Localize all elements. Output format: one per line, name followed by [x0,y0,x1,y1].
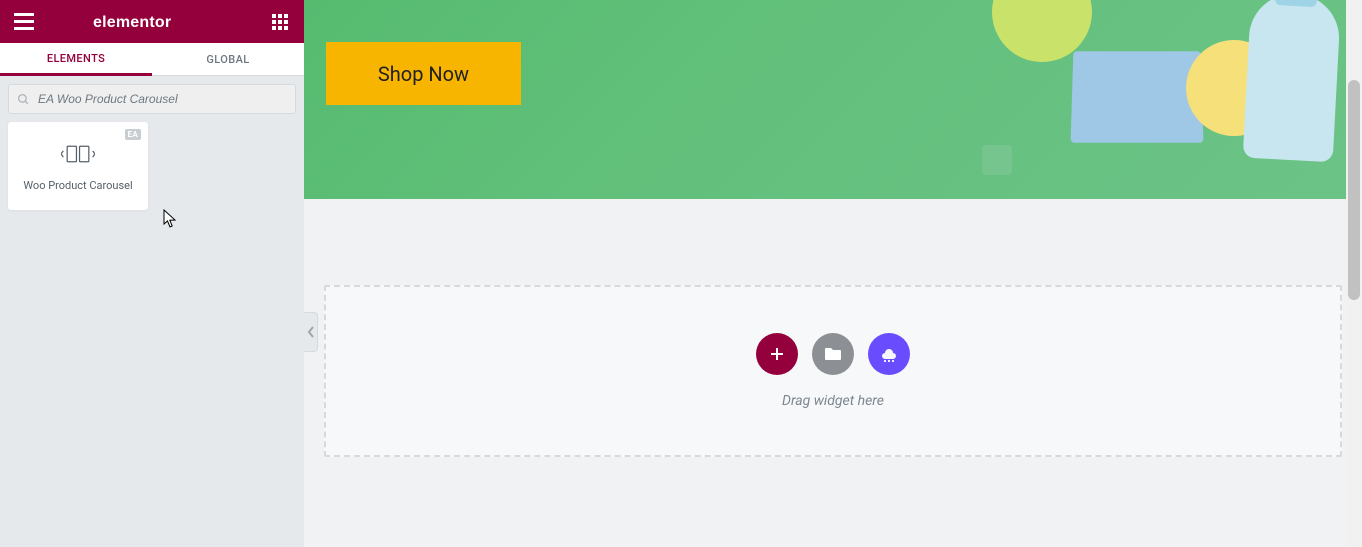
brand-logo: elementor [36,12,268,32]
folder-icon [824,346,842,362]
scrollbar-thumb[interactable] [1348,80,1360,300]
add-section-button[interactable] [756,333,798,375]
cursor-indicator [163,209,179,229]
widget-label: Woo Product Carousel [19,179,136,192]
widgets-list: EA Woo Product Carousel [0,122,304,210]
panel-search [0,76,304,122]
panel-header: elementor [0,0,304,43]
templately-icon [879,345,899,363]
grid-icon [272,14,288,30]
shop-now-button[interactable]: Shop Now [326,42,521,105]
hero-section: Shop Now [304,0,1362,199]
svg-text:elementor: elementor [93,14,171,31]
panel-collapse-handle[interactable] [304,312,318,352]
carousel-icon [61,141,95,167]
new-section-area: Drag widget here [304,199,1362,457]
hero-decor [1243,0,1342,162]
chevron-left-icon [307,326,315,338]
menu-toggle-button[interactable] [12,10,36,34]
widget-woo-product-carousel[interactable]: EA Woo Product Carousel [8,122,148,210]
dropzone-buttons [756,333,910,375]
search-field-wrap[interactable] [8,84,296,114]
hero-decor [982,145,1012,175]
apps-grid-button[interactable] [268,10,292,34]
search-icon [17,93,30,106]
search-input[interactable] [38,92,287,106]
dropzone[interactable]: Drag widget here [324,285,1342,457]
panel-tabs: ELEMENTS GLOBAL [0,43,304,76]
tab-elements[interactable]: ELEMENTS [0,43,152,76]
dropzone-hint: Drag widget here [782,393,884,409]
widget-badge: EA [125,129,141,140]
tab-global[interactable]: GLOBAL [152,43,304,75]
hero-decor [1071,51,1204,143]
add-template-button[interactable] [812,333,854,375]
plus-icon [769,346,785,362]
elementor-panel: elementor ELEMENTS GLOBAL E [0,0,304,547]
preview-canvas: Shop Now [304,0,1362,547]
add-block-button[interactable] [868,333,910,375]
preview-scrollbar[interactable] [1346,0,1362,547]
